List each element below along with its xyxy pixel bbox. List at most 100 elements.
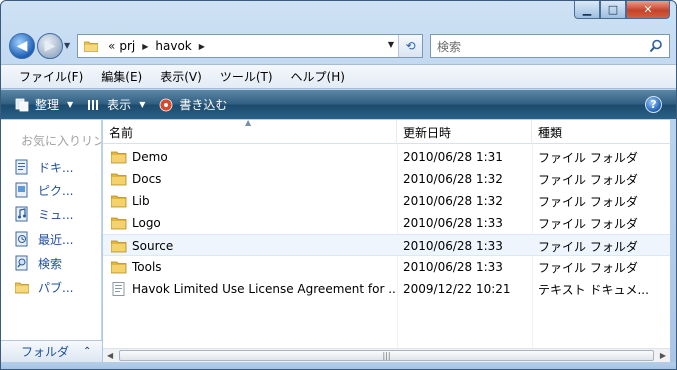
favorite-searches[interactable]: 検索 [15, 254, 62, 272]
menu-help[interactable]: ヘルプ(H) [279, 68, 351, 85]
favorite-label: ミュ... [38, 207, 74, 222]
views-icon [87, 98, 101, 112]
file-name: Demo [132, 150, 168, 164]
chevron-down-icon: ▼ [139, 100, 146, 109]
file-name: Tools [132, 260, 162, 274]
favorite-public[interactable]: パブ... [14, 278, 74, 296]
pictures-icon [15, 182, 29, 198]
folder-icon [111, 150, 127, 164]
address-dropdown-icon[interactable]: ▼ [388, 40, 394, 49]
scrollbar-thumb[interactable]: ||| [119, 350, 654, 361]
music-icon [15, 206, 29, 222]
burn-button[interactable]: 書き込む [159, 96, 227, 113]
file-name: Source [132, 239, 174, 253]
public-folder-icon [14, 279, 30, 295]
favorite-label: 検索 [38, 256, 63, 271]
table-row[interactable]: Havok Limited Use License Agreement for … [103, 278, 670, 300]
menu-view[interactable]: 表示(V) [148, 68, 208, 85]
file-type: ファイル フォルダ [538, 194, 638, 209]
file-modified: 2010/06/28 1:33 [403, 239, 503, 253]
breadcrumb-arrow-icon[interactable]: ▶ [199, 42, 205, 51]
file-type: ファイル フォルダ [538, 260, 638, 275]
file-modified: 2010/06/28 1:33 [403, 216, 503, 230]
chevron-up-icon: ⌃ [83, 346, 92, 357]
help-button[interactable]: ? [645, 96, 662, 113]
organize-label: 整理 [35, 98, 60, 112]
menu-tools[interactable]: ツール(T) [208, 68, 279, 85]
file-modified: 2010/06/28 1:33 [403, 260, 503, 274]
back-button[interactable]: ◀ [9, 33, 35, 59]
column-modified[interactable]: 更新日時 [397, 120, 532, 144]
table-row[interactable]: Source 2010/06/28 1:33 ファイル フォルダ [103, 234, 670, 256]
search-icon[interactable] [649, 39, 663, 53]
folder-icon [111, 239, 127, 253]
navigation-pane: お気に入りリンク ドキ... ピク... ミュ... 最近... 検索 パブ..… [1, 120, 102, 362]
folders-toggle[interactable]: フォルダ ⌃ [1, 340, 102, 362]
table-row[interactable]: Tools 2010/06/28 1:33 ファイル フォルダ [103, 256, 670, 278]
organize-icon [15, 98, 29, 112]
refresh-button[interactable]: ⟲ [398, 35, 422, 57]
file-modified: 2010/06/28 1:32 [403, 194, 503, 208]
table-row[interactable]: Lib 2010/06/28 1:32 ファイル フォルダ [103, 190, 670, 212]
scroll-left-icon[interactable]: ◀ [107, 351, 113, 360]
recent-pages-dropdown[interactable]: ▼ [64, 41, 74, 51]
column-name-label: 名前 [109, 125, 134, 140]
folder-icon [83, 40, 99, 53]
file-modified: 2009/12/22 10:21 [403, 282, 511, 296]
scrollbar-grip: ||| [382, 351, 391, 360]
folder-icon [111, 194, 127, 208]
favorite-music[interactable]: ミュ... [15, 205, 73, 223]
close-button[interactable]: ✕ [626, 1, 670, 19]
breadcrumb-prj[interactable]: prj [119, 39, 135, 53]
views-label: 表示 [107, 98, 132, 112]
organize-button[interactable]: 整理 ▼ [15, 96, 73, 113]
favorite-label: ドキ... [38, 160, 74, 175]
burn-label: 書き込む [179, 98, 228, 112]
column-type[interactable]: 種類 [532, 120, 670, 144]
favorite-label: 最近... [38, 232, 74, 247]
minimize-button[interactable]: ▁ [574, 1, 600, 19]
favorite-recent[interactable]: 最近... [15, 230, 73, 248]
file-type: ファイル フォルダ [538, 172, 638, 187]
table-row[interactable]: Demo 2010/06/28 1:31 ファイル フォルダ [103, 146, 670, 168]
menu-bar: ファイル(F) 編集(E) 表示(V) ツール(T) ヘルプ(H) [1, 64, 676, 89]
menu-file[interactable]: ファイル(F) [5, 68, 89, 85]
column-type-label: 種類 [538, 125, 563, 140]
file-modified: 2010/06/28 1:31 [403, 150, 503, 164]
search-input[interactable]: 検索 [430, 34, 670, 58]
folder-icon [111, 216, 127, 230]
favorite-links-header: お気に入りリンク [21, 134, 101, 148]
sort-ascending-icon: ▲ [245, 118, 252, 127]
file-type: ファイル フォルダ [538, 239, 638, 254]
maximize-button[interactable]: □ [600, 1, 626, 19]
recent-items-icon [15, 231, 29, 247]
table-row[interactable]: Docs 2010/06/28 1:32 ファイル フォルダ [103, 168, 670, 190]
forward-button[interactable]: ▶ [37, 33, 63, 59]
favorite-label: パブ... [38, 280, 74, 295]
folders-label: フォルダ [21, 345, 70, 359]
breadcrumb-overflow[interactable]: « [108, 39, 115, 53]
horizontal-scrollbar[interactable]: ◀ ||| ▶ [103, 348, 670, 362]
text-document-icon [111, 282, 127, 296]
file-type: ファイル フォルダ [538, 216, 638, 231]
table-row[interactable]: Logo 2010/06/28 1:33 ファイル フォルダ [103, 212, 670, 234]
file-type: ファイル フォルダ [538, 150, 638, 165]
file-name: Docs [132, 172, 162, 186]
views-button[interactable]: 表示 ▼ [87, 96, 145, 113]
favorite-documents[interactable]: ドキ... [15, 158, 73, 176]
explorer-window: ▁ □ ✕ ◀ ▶ ▼ « prj ▶ havok ▶ ▼ ⟲ 検索 ファイル(… [0, 0, 677, 370]
window-controls: ▁ □ ✕ [574, 1, 670, 19]
search-folder-icon [15, 255, 29, 271]
chevron-down-icon: ▼ [67, 100, 74, 109]
breadcrumb-havok[interactable]: havok [155, 39, 191, 53]
address-bar[interactable]: « prj ▶ havok ▶ ▼ ⟲ [77, 34, 423, 58]
search-placeholder: 検索 [437, 39, 462, 54]
favorite-pictures[interactable]: ピク... [15, 181, 73, 199]
favorite-label: ピク... [38, 183, 74, 198]
file-modified: 2010/06/28 1:32 [403, 172, 503, 186]
menu-edit[interactable]: 編集(E) [89, 68, 148, 85]
column-name[interactable]: ▲ 名前 [103, 118, 397, 144]
breadcrumb-arrow-icon[interactable]: ▶ [142, 42, 148, 51]
folder-icon [111, 172, 127, 186]
scroll-right-icon[interactable]: ▶ [660, 351, 666, 360]
